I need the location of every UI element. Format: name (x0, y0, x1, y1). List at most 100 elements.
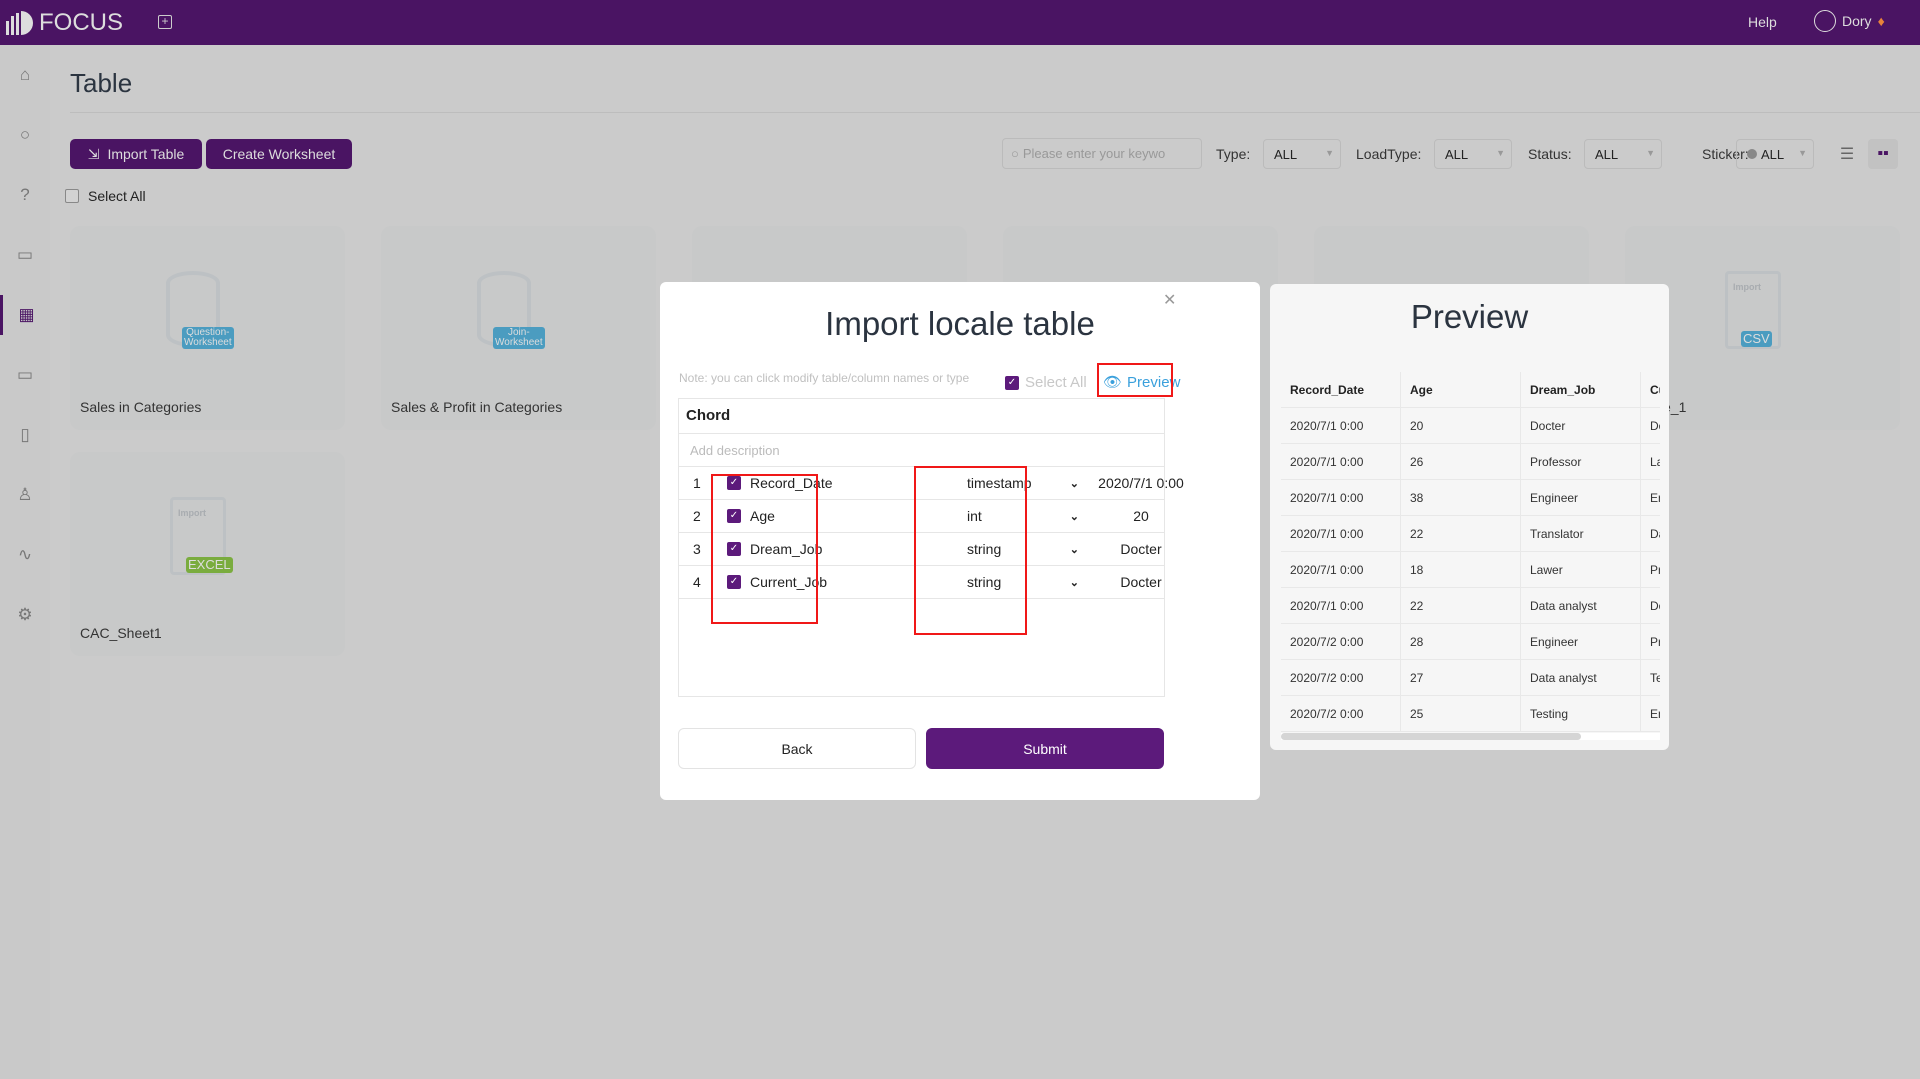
checkbox[interactable] (65, 189, 79, 203)
table-row: 2020/7/2 0:0027Data analystTe (1281, 660, 1660, 696)
column-header: Dream_Job (1521, 372, 1641, 407)
checkbox-checked[interactable]: ✓ (1005, 375, 1019, 390)
table-cell: 22 (1401, 516, 1521, 551)
table-cell: 38 (1401, 480, 1521, 515)
table-cell: 22 (1401, 588, 1521, 623)
highlight-box (711, 474, 818, 624)
table-cell: La (1641, 444, 1660, 479)
table-cell: Do (1641, 408, 1660, 443)
sidebar-item-folder[interactable]: ▭ (0, 355, 50, 395)
sidebar-item-pulse[interactable]: ∿ (0, 535, 50, 575)
row-number: 1 (693, 475, 701, 491)
row-number: 2 (693, 508, 701, 524)
select-all-checkbox[interactable]: Select All (65, 188, 146, 204)
table-card[interactable]: Join- Worksheet Sales & Profit in Categori… (381, 226, 656, 430)
column-header: Cu (1641, 372, 1660, 407)
sidebar-item-presentation[interactable]: ▭ (0, 235, 50, 275)
caret-down-icon: ▼ (1646, 148, 1655, 158)
table-cell: En (1641, 480, 1660, 515)
table-row: 2020/7/1 0:0026ProfessorLa (1281, 444, 1660, 480)
sample-value: Docter (1120, 541, 1162, 557)
filter-select-1[interactable]: ALL ▼ (1434, 139, 1512, 169)
sidebar-item-home[interactable]: ⌂ (0, 55, 50, 95)
submit-button[interactable]: Submit (926, 728, 1164, 769)
row-number: 3 (693, 541, 701, 557)
description-row[interactable]: Add description (678, 434, 1165, 467)
modal-title: Import locale table (825, 305, 1095, 342)
table-row: 2020/7/1 0:0020DocterDo (1281, 408, 1660, 444)
filter-label: Type: (1216, 146, 1251, 162)
filter-select-3[interactable]: ALL ▼ (1736, 139, 1814, 169)
table-cell: 2020/7/1 0:00 (1281, 480, 1401, 515)
search-input[interactable]: ○ Please enter your keywo (1002, 138, 1202, 169)
table-cell: Te (1641, 660, 1660, 695)
table-card[interactable]: Question- Worksheet Sales in Categories (70, 226, 345, 430)
preview-title: Preview (1410, 298, 1529, 335)
table-cell: Docter (1521, 408, 1641, 443)
table-cell: Testing (1521, 696, 1641, 731)
grid-view-button[interactable]: ▪▪ (1868, 139, 1898, 169)
row-number: 4 (693, 574, 701, 590)
table-cell: Translator (1521, 516, 1641, 551)
import-table-button[interactable]: ⇲ Import Table (70, 139, 202, 169)
user-menu[interactable]: Dory ♦ (1814, 10, 1885, 32)
new-tab-plus-icon[interactable]: + (158, 15, 172, 29)
table-cell: 26 (1401, 444, 1521, 479)
scrollbar-thumb[interactable] (1281, 733, 1581, 740)
divider (70, 112, 1920, 113)
table-name-row[interactable]: Chord (678, 398, 1165, 434)
column-header: Record_Date (1281, 372, 1401, 407)
app-name: FOCUS (39, 9, 123, 36)
table-name-input[interactable]: Chord (686, 398, 730, 433)
table-cell: Da (1641, 516, 1660, 551)
sidebar-item-user[interactable]: ♙ (0, 475, 50, 515)
filter-select-2[interactable]: ALL ▼ (1584, 139, 1662, 169)
table-cell: 2020/7/2 0:00 (1281, 696, 1401, 731)
table-cell: Professor (1521, 444, 1641, 479)
sidebar-item-help[interactable]: ? (0, 175, 50, 215)
filter-select-0[interactable]: ALL ▼ (1263, 139, 1341, 169)
logo[interactable]: FOCUS (6, 9, 123, 37)
import-sheet-icon: Import CSV (1725, 271, 1805, 351)
table-row: 2020/7/1 0:0022TranslatorDa (1281, 516, 1660, 552)
description-input[interactable]: Add description (690, 434, 780, 466)
table-card[interactable]: Import EXCEL CAC_Sheet1 (70, 452, 345, 656)
sidebar: ⌂ ○? ▭ ▦ ▭ ▯ ♙ ∿ ⚙ (0, 45, 50, 1079)
help-link[interactable]: Help (1748, 14, 1777, 30)
settings-icon: ⚙ (17, 605, 33, 624)
sidebar-item-search[interactable]: ○ (0, 115, 50, 155)
table-cell: Data analyst (1521, 588, 1641, 623)
filter-label: LoadType: (1356, 146, 1422, 162)
table-row: 2020/7/1 0:0018LawerPr (1281, 552, 1660, 588)
table-cell: En (1641, 696, 1660, 731)
user-icon: ♙ (17, 485, 33, 504)
sample-value: 2020/7/1 0:00 (1098, 475, 1184, 491)
sidebar-item-table[interactable]: ▦ (0, 295, 50, 335)
table-row: 2020/7/1 0:0022Data analystDo (1281, 588, 1660, 624)
table-cell: Do (1641, 588, 1660, 623)
table-cell: 2020/7/1 0:00 (1281, 444, 1401, 479)
horizontal-scrollbar[interactable] (1281, 733, 1660, 740)
list-view-button[interactable]: ☰ (1832, 139, 1862, 169)
table-cell: Engineer (1521, 480, 1641, 515)
folder-icon: ▭ (16, 365, 34, 384)
highlight-box (1097, 363, 1173, 397)
sidebar-item-clipboard[interactable]: ▯ (0, 415, 50, 455)
create-worksheet-button[interactable]: Create Worksheet (206, 139, 352, 169)
sidebar-item-settings[interactable]: ⚙ (0, 595, 50, 635)
home-icon: ⌂ (19, 65, 31, 84)
table-cell: 20 (1401, 408, 1521, 443)
table-row: 2020/7/1 0:0038EngineerEn (1281, 480, 1660, 516)
search-icon: ○ (19, 125, 31, 144)
table-cell: 2020/7/1 0:00 (1281, 516, 1401, 551)
modal-select-all[interactable]: ✓ Select All (1005, 374, 1087, 391)
table-cell: 2020/7/2 0:00 (1281, 624, 1401, 659)
table-cell: Pr (1641, 552, 1660, 587)
table-cell: 27 (1401, 660, 1521, 695)
presentation-icon: ▭ (16, 245, 34, 264)
back-button[interactable]: Back (678, 728, 916, 769)
column-header: Age (1401, 372, 1521, 407)
sticker-dot-icon (1747, 149, 1757, 159)
clipboard-icon: ▯ (20, 425, 30, 444)
import-sheet-icon: Import EXCEL (170, 497, 250, 577)
